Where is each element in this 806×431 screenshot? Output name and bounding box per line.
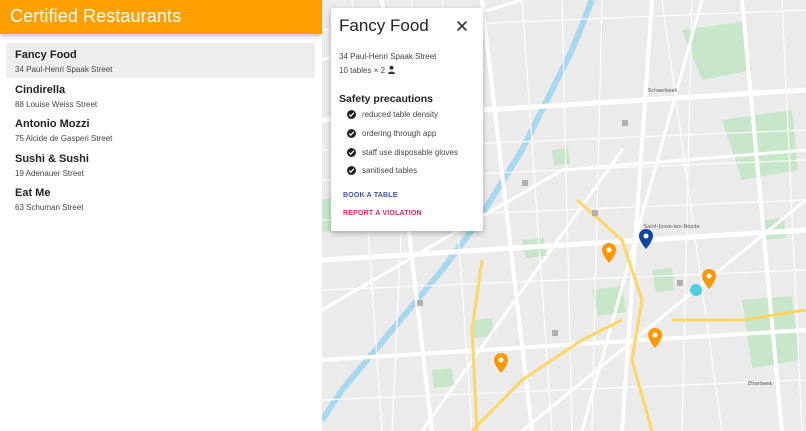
- check-circle-icon: [347, 109, 356, 119]
- map-pin-icon[interactable]: [648, 328, 662, 348]
- list-item[interactable]: Sushi & Sushi 19 Adenauer Street: [6, 147, 315, 182]
- list-item[interactable]: Fancy Food 34 Paul-Henri Spaak Street: [6, 43, 315, 78]
- restaurant-popup: Fancy Food 34 Paul-Henri Spaak Street 10…: [331, 8, 483, 231]
- precaution-item: ordering through app: [347, 127, 436, 139]
- restaurant-address: 88 Louise Weiss Street: [15, 99, 98, 109]
- safety-precautions-heading: Safety precautions: [339, 93, 433, 105]
- person-icon: [387, 65, 396, 76]
- map-label-etterbeek: Etterbeek: [748, 381, 773, 387]
- restaurant-list: Fancy Food 34 Paul-Henri Spaak Street Ci…: [6, 43, 315, 216]
- check-circle-icon: [347, 147, 356, 157]
- map-pin-icon[interactable]: [702, 269, 716, 289]
- app-title: Certified Restaurants: [10, 6, 182, 26]
- restaurant-name: Sushi & Sushi: [15, 152, 89, 165]
- map-pin-icon[interactable]: [494, 353, 508, 373]
- check-circle-icon: [347, 128, 356, 138]
- list-item[interactable]: Eat Me 63 Schuman Street: [6, 181, 315, 216]
- precaution-item: staff use disposable gloves: [347, 146, 458, 158]
- restaurant-name: Cindirella: [15, 83, 66, 96]
- popup-address: 34 Paul-Henri Spaak Street: [339, 52, 437, 61]
- precaution-label: staff use disposable gloves: [362, 147, 458, 157]
- report-violation-button[interactable]: REPORT A VIOLATION: [343, 210, 422, 217]
- map-label-schaerbeek: Schaerbeek: [648, 88, 678, 94]
- precaution-label: ordering through app: [362, 128, 437, 138]
- restaurant-address: 63 Schuman Street: [15, 203, 84, 212]
- precaution-item: reduced table density: [347, 108, 438, 120]
- restaurant-panel: Certified Restaurants Fancy Food 34 Paul…: [0, 0, 322, 431]
- map-pin-icon[interactable]: [639, 229, 653, 249]
- restaurant-name: Antonio Mozzi: [15, 118, 90, 130]
- restaurant-name: Eat Me: [15, 187, 51, 199]
- restaurant-address: 19 Adenauer Street: [15, 168, 84, 178]
- map-pin-icon[interactable]: [602, 243, 616, 263]
- book-table-button[interactable]: BOOK A TABLE: [343, 192, 398, 199]
- precaution-label: sanitised tables: [362, 165, 418, 175]
- app-bar: Certified Restaurants: [0, 0, 322, 34]
- list-item[interactable]: Antonio Mozzi 75 Alcide de Gasperi Stree…: [6, 112, 315, 147]
- restaurant-name: Fancy Food: [15, 49, 77, 61]
- check-circle-icon: [347, 165, 356, 175]
- precaution-item: sanitised tables: [347, 164, 417, 176]
- popup-tables: 10 tables × 2: [339, 65, 396, 76]
- tables-text: 10 tables × 2: [339, 66, 386, 75]
- list-item[interactable]: Cindirella 88 Louise Weiss Street: [6, 78, 315, 113]
- restaurant-address: 34 Paul-Henri Spaak Street: [15, 65, 113, 74]
- precaution-label: reduced table density: [362, 109, 439, 119]
- restaurant-address: 75 Alcide de Gasperi Street: [15, 134, 113, 143]
- popup-title: Fancy Food: [339, 16, 429, 35]
- close-icon[interactable]: [456, 19, 468, 31]
